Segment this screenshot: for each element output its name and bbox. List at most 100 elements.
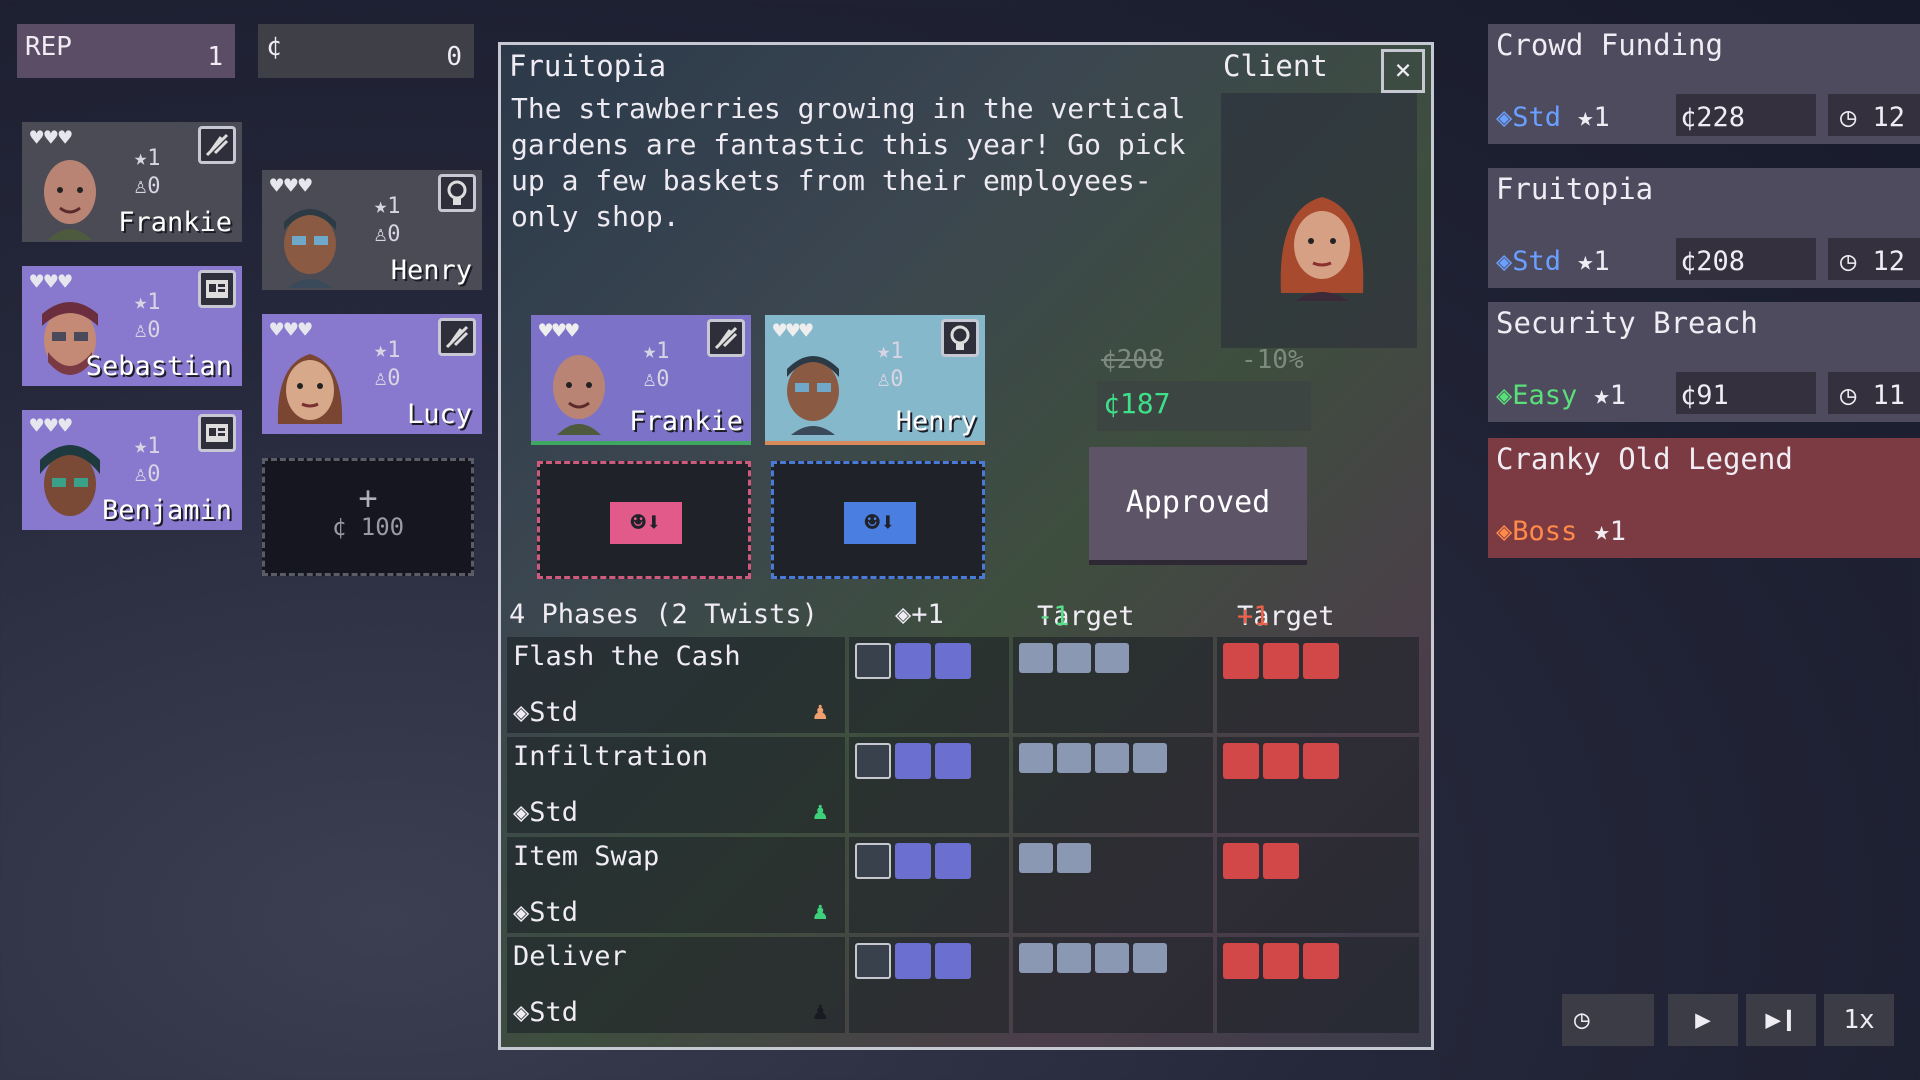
job-level: ★1 [1577,102,1610,133]
agent-card-sebastian[interactable]: ♥♥♥ ★1 ♙0 Sebastian [22,266,242,386]
phase-info-cell: Flash the Cash ◈Std ♟ [507,637,845,733]
heat-stat: ♙0 [877,367,904,392]
job-meta: ◈Std ★1 [1496,246,1610,277]
job-time: ◷ 11 [1840,380,1906,411]
object-icon [1133,943,1167,973]
object-icon [1133,743,1167,773]
phase-name: Flash the Cash [513,641,741,672]
target-plus-cell [1217,737,1419,833]
credit-label: ¢ [266,32,282,62]
job-name: Security Breach [1496,306,1758,340]
job-card-security-breach[interactable]: Security Breach ◈Easy ★1 ¢91 ◷ 11 [1488,302,1920,422]
job-price: ¢228 [1680,102,1746,133]
job-level: ★1 [1577,246,1610,277]
avatar [44,160,96,240]
skill-icon [935,843,971,879]
agent-name: Henry [895,406,977,437]
level-stat: ★1 [877,339,904,364]
heat-stat: ♙0 [134,318,161,343]
final-price: ¢187 [1103,387,1171,420]
agent-name: Frankie [118,207,232,238]
phase-row[interactable]: Deliver ◈Std ♟ [507,937,1419,1033]
job-time: ◷ 12 [1840,102,1906,133]
object-icon [1019,643,1053,673]
target-minus-cell [1013,937,1213,1033]
job-card-fruitopia[interactable]: Fruitopia ◈Std ★1 ¢208 ◷ 12 [1488,168,1920,288]
bonus-skills-cell [849,937,1009,1033]
bonus-skills-cell [849,737,1009,833]
hearts: ♥♥♥ [30,414,73,439]
hearts: ♥♥♥ [773,319,813,344]
feather-icon [855,843,891,879]
job-card-cranky-old-legend[interactable]: Cranky Old Legend ◈Boss ★1 [1488,438,1920,558]
agent-indicator-icon: ♟ [813,897,828,925]
agent-indicator-icon: ♟ [813,697,828,725]
agent-card-lucy[interactable]: ♥♥♥ ★1 ♙0 Lucy [262,314,482,434]
plus-icon: + [358,479,378,517]
phase-name: Infiltration [513,741,709,772]
object-icon [1057,943,1091,973]
target-plus-cell [1217,937,1419,1033]
credit-counter: ¢ 0 [258,24,474,78]
job-meta: ◈Easy ★1 [1496,380,1626,411]
phase-row[interactable]: Flash the Cash ◈Std ♟ [507,637,1419,733]
agent-name: Benjamin [101,495,232,526]
threat-icon [1263,843,1299,879]
agent-card-benjamin[interactable]: ♥♥♥ ★1 ♙0 Benjamin [22,410,242,530]
approved-button[interactable]: Approved [1089,447,1307,565]
heat-stat: ♙0 [374,222,401,247]
phases-title: 4 Phases (2 Twists) [509,599,818,630]
skill-icon [935,743,971,779]
team-slot-henry[interactable]: ♥♥♥ ★1 ♙0 Henry [765,315,985,445]
step-button[interactable]: ▶❙ [1746,994,1816,1046]
heat-stat: ♙0 [134,462,161,487]
assign-slot-blue[interactable]: ☻⬇ [771,461,985,579]
skill-icon [895,843,931,879]
clock-icon: ◷ [1574,1005,1590,1035]
bonus-column-header: ◈+1 [895,599,944,630]
avatar [553,355,605,435]
agent-name: Sebastian [85,351,232,382]
job-card-crowd-funding[interactable]: Crowd Funding ◈Std ★1 ¢228 ◷ 12 [1488,24,1920,144]
agent-name: Frankie [629,406,743,437]
assign-agent-icon: ☻⬇ [844,502,916,544]
phase-row[interactable]: Item Swap ◈Std ♟ [507,837,1419,933]
phase-difficulty: ◈Std [513,997,579,1028]
hearts: ♥♥♥ [539,319,579,344]
rep-counter: REP 1 [17,24,235,78]
avatar [277,354,343,424]
object-icon [1095,643,1129,673]
threat-icon [1223,843,1259,879]
feather-icon [707,319,745,357]
job-time: ◷ 12 [1840,246,1906,277]
hire-cost: ¢ 100 [331,513,405,541]
level-stat: ★1 [374,338,401,363]
threat-icon [1303,743,1339,779]
team-slot-frankie[interactable]: ♥♥♥ ★1 ♙0 Frankie [531,315,751,445]
level-stat: ★1 [134,290,161,315]
phase-difficulty: ◈Std [513,797,579,828]
phase-difficulty: ◈Std [513,697,579,728]
play-button[interactable]: ▶ [1668,994,1738,1046]
card-icon [198,414,236,452]
original-price: ¢208 [1101,345,1164,375]
close-button[interactable]: × [1381,49,1425,93]
job-meta: ◈Boss ★1 [1496,516,1626,547]
phase-row[interactable]: Infiltration ◈Std ♟ [507,737,1419,833]
speed-button[interactable]: 1x [1824,994,1894,1046]
assign-slot-pink[interactable]: ☻⬇ [537,461,751,579]
job-difficulty: ◈Std [1496,246,1562,277]
job-price: ¢208 [1680,246,1746,277]
level-stat: ★1 [374,194,401,219]
hearts: ♥♥♥ [30,270,73,295]
object-icon [1095,943,1129,973]
agent-card-frankie[interactable]: ♥♥♥ ★1 ♙0 Frankie [22,122,242,242]
hire-agent-button[interactable]: + ¢ 100 [262,458,474,576]
level-stat: ★1 [134,146,161,171]
phase-info-cell: Infiltration ◈Std ♟ [507,737,845,833]
agent-name: Lucy [406,399,472,430]
job-meta: ◈Std ★1 [1496,102,1610,133]
credit-value: 0 [446,42,462,72]
agent-card-henry[interactable]: ♥♥♥ ★1 ♙0 Henry [262,170,482,290]
heat-stat: ♙0 [374,366,401,391]
